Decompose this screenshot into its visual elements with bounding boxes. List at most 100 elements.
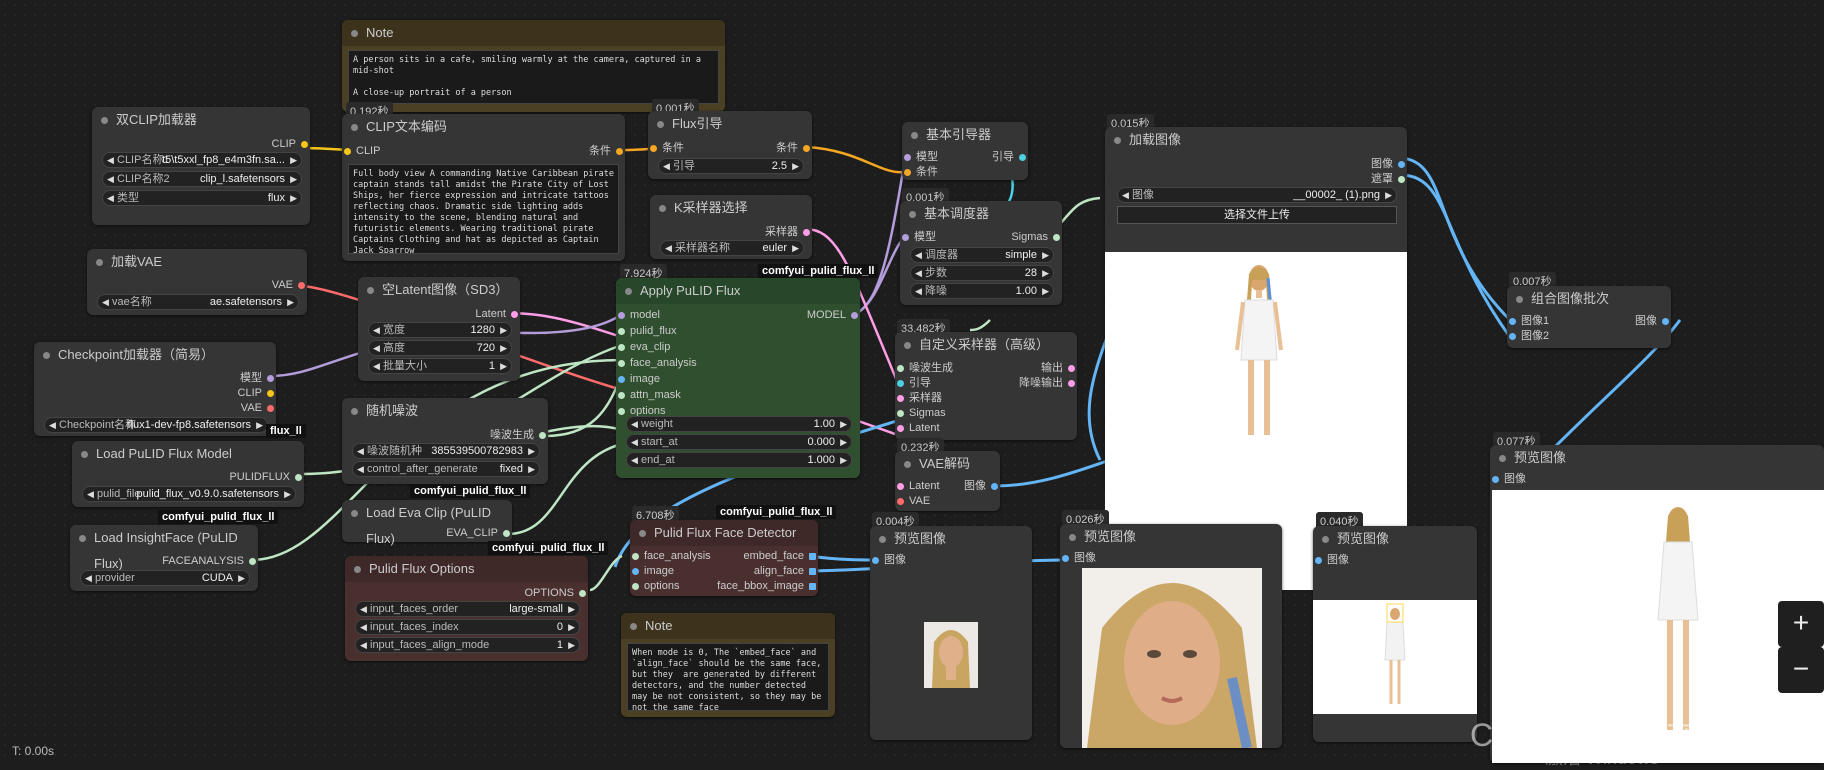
vae-name-widget[interactable]: ◀ vae名称 ae.safetensors ▶ (97, 294, 299, 310)
weight-widget[interactable]: ◀ weight 1.00 ▶ (626, 416, 852, 432)
slot-dot[interactable] (618, 376, 625, 383)
note-text[interactable]: When mode is 0, The `embed_face` and `al… (627, 643, 829, 711)
custom-sampler-advanced-node[interactable]: 自定义采样器（高级） 噪波生成 引导 采样器 Sigmas Latent 输出 … (895, 332, 1077, 440)
conditioning-output[interactable]: 条件 (589, 144, 625, 158)
provider-widget[interactable]: ◀ provider CUDA ▶ (80, 570, 250, 586)
sampler-output[interactable]: 采样器 (765, 225, 812, 239)
slot-dot[interactable] (1068, 365, 1075, 372)
increment-arrow-icon[interactable]: ▶ (1042, 284, 1049, 298)
image-output[interactable]: 图像 (964, 479, 1000, 493)
input-faces-index-widget[interactable]: ◀ input_faces_index 0 ▶ (355, 619, 580, 635)
model-output[interactable]: MODEL (807, 308, 860, 322)
slot-dot[interactable] (618, 344, 625, 351)
increment-arrow-icon[interactable]: ▶ (500, 323, 507, 337)
increment-arrow-icon[interactable]: ▶ (840, 453, 847, 467)
decrement-arrow-icon[interactable]: ◀ (107, 172, 114, 186)
load-pulid-flux-model-node[interactable]: Load PuLID Flux Model PULIDFLUX ◀ pulid_f… (72, 441, 304, 507)
guider-input[interactable]: 引导 (895, 376, 931, 390)
vae-output[interactable]: VAE (272, 278, 307, 292)
decrement-arrow-icon[interactable]: ◀ (373, 359, 380, 373)
image-input[interactable]: 图像 (1490, 472, 1526, 486)
checkpoint-loader-node[interactable]: Checkpoint加载器（简易） 模型 CLIP VAE ◀ Checkpoin… (34, 342, 276, 436)
steps-widget[interactable]: ◀ 步数 28 ▶ (910, 265, 1054, 281)
eva-clip-input[interactable]: eva_clip (616, 340, 670, 354)
empty-latent-sd3-node[interactable]: 空Latent图像（SD3） Latent ◀ 宽度 1280 ▶ ◀ 高度 720 ▶ ◀… (358, 277, 520, 381)
slot-dot[interactable] (1068, 380, 1075, 387)
decrement-arrow-icon[interactable]: ◀ (631, 417, 638, 431)
slot-dot[interactable] (897, 365, 904, 372)
image-input[interactable]: image (630, 564, 674, 578)
slot-dot[interactable] (897, 410, 904, 417)
increment-arrow-icon[interactable]: ▶ (256, 418, 263, 432)
increment-arrow-icon[interactable]: ▶ (290, 172, 297, 186)
decrement-arrow-icon[interactable]: ◀ (665, 241, 672, 255)
sigmas-output[interactable]: Sigmas (1011, 230, 1062, 244)
dual-clip-loader-node[interactable]: 双CLIP加载器 CLIP ◀ CLIP名称1 t5\t5xxl_fp8_e4m3f… (92, 107, 310, 225)
slot-dot[interactable] (267, 405, 274, 412)
embed-face-output[interactable]: embed_face (743, 549, 818, 563)
slot-dot[interactable] (1019, 154, 1026, 161)
vae-output[interactable]: VAE (241, 401, 276, 415)
increment-arrow-icon[interactable]: ▶ (1042, 248, 1049, 262)
image-input[interactable]: 图像 (1060, 551, 1096, 565)
flux-guidance-node[interactable]: Flux引导 条件 条件 ◀ 引导 2.5 ▶ (648, 111, 812, 179)
output-slot[interactable]: 输出 (1041, 361, 1077, 375)
sampler-input[interactable]: 采样器 (895, 391, 942, 405)
model-input[interactable]: 模型 (902, 150, 938, 164)
decrement-arrow-icon[interactable]: ◀ (360, 620, 367, 634)
slot-dot[interactable] (1492, 476, 1499, 483)
model-input[interactable]: model (616, 308, 660, 322)
slot-dot[interactable] (579, 590, 586, 597)
increment-arrow-icon[interactable]: ▶ (568, 602, 575, 616)
guider-output[interactable]: 引导 (992, 150, 1028, 164)
slot-dot[interactable] (803, 229, 810, 236)
decrement-arrow-icon[interactable]: ◀ (631, 435, 638, 449)
image-input[interactable]: image (616, 372, 660, 386)
clip-text-encode-node[interactable]: CLIP文本编码 CLIP 条件 Full body view A comman… (342, 114, 625, 261)
slot-dot[interactable] (1062, 555, 1069, 562)
slot-dot[interactable] (298, 282, 305, 289)
slot-dot[interactable] (809, 583, 816, 590)
decrement-arrow-icon[interactable]: ◀ (102, 295, 109, 309)
upload-file-button[interactable]: 选择文件上传 (1117, 206, 1397, 224)
slot-dot[interactable] (632, 583, 639, 590)
decrement-arrow-icon[interactable]: ◀ (357, 462, 364, 476)
slot-dot[interactable] (897, 395, 904, 402)
denoised-output-slot[interactable]: 降噪输出 (1019, 376, 1077, 390)
slot-dot[interactable] (344, 148, 351, 155)
guidance-widget[interactable]: ◀ 引导 2.5 ▶ (658, 158, 804, 174)
slot-dot[interactable] (618, 360, 625, 367)
increment-arrow-icon[interactable]: ▶ (840, 417, 847, 431)
slot-dot[interactable] (1053, 234, 1060, 241)
image-output[interactable]: 图像 (1371, 157, 1407, 171)
slot-dot[interactable] (851, 312, 858, 319)
conditioning-input[interactable]: 条件 (902, 165, 938, 179)
slot-dot[interactable] (897, 380, 904, 387)
slot-dot[interactable] (1398, 161, 1405, 168)
image-input[interactable]: 图像 (1313, 553, 1349, 567)
preview-image-node-a[interactable]: 预览图像 图像 (870, 526, 1032, 740)
slot-dot[interactable] (897, 498, 904, 505)
slot-dot[interactable] (650, 145, 657, 152)
clip-name-2-widget[interactable]: ◀ CLIP名称2 clip_l.safetensors ▶ (102, 171, 302, 187)
image2-input[interactable]: 图像2 (1507, 329, 1549, 343)
decrement-arrow-icon[interactable]: ◀ (373, 341, 380, 355)
slot-dot[interactable] (897, 425, 904, 432)
zoom-out-button[interactable]: − (1778, 647, 1824, 693)
zoom-in-button[interactable]: + (1778, 601, 1824, 647)
increment-arrow-icon[interactable]: ▶ (284, 487, 291, 501)
end-at-widget[interactable]: ◀ end_at 1.000 ▶ (626, 452, 852, 468)
sigmas-input[interactable]: Sigmas (895, 406, 946, 420)
load-insightface-node[interactable]: Load InsightFace (PuLID Flux) FACEANALYS… (70, 525, 258, 591)
slot-dot[interactable] (618, 328, 625, 335)
height-widget[interactable]: ◀ 高度 720 ▶ (368, 340, 512, 356)
decrement-arrow-icon[interactable]: ◀ (85, 571, 92, 585)
basic-scheduler-node[interactable]: 基本调度器 模型 Sigmas ◀ 调度器 simple ▶ ◀ 步数 28 ▶ ◀ 降噪 1.… (900, 201, 1062, 305)
decrement-arrow-icon[interactable]: ◀ (915, 248, 922, 262)
increment-arrow-icon[interactable]: ▶ (528, 462, 535, 476)
slot-dot[interactable] (991, 483, 998, 490)
decrement-arrow-icon[interactable]: ◀ (360, 602, 367, 616)
increment-arrow-icon[interactable]: ▶ (1042, 266, 1049, 280)
prompt-textarea[interactable]: Full body view A commanding Native Carib… (348, 164, 619, 254)
conditioning-output[interactable]: 条件 (776, 141, 812, 155)
